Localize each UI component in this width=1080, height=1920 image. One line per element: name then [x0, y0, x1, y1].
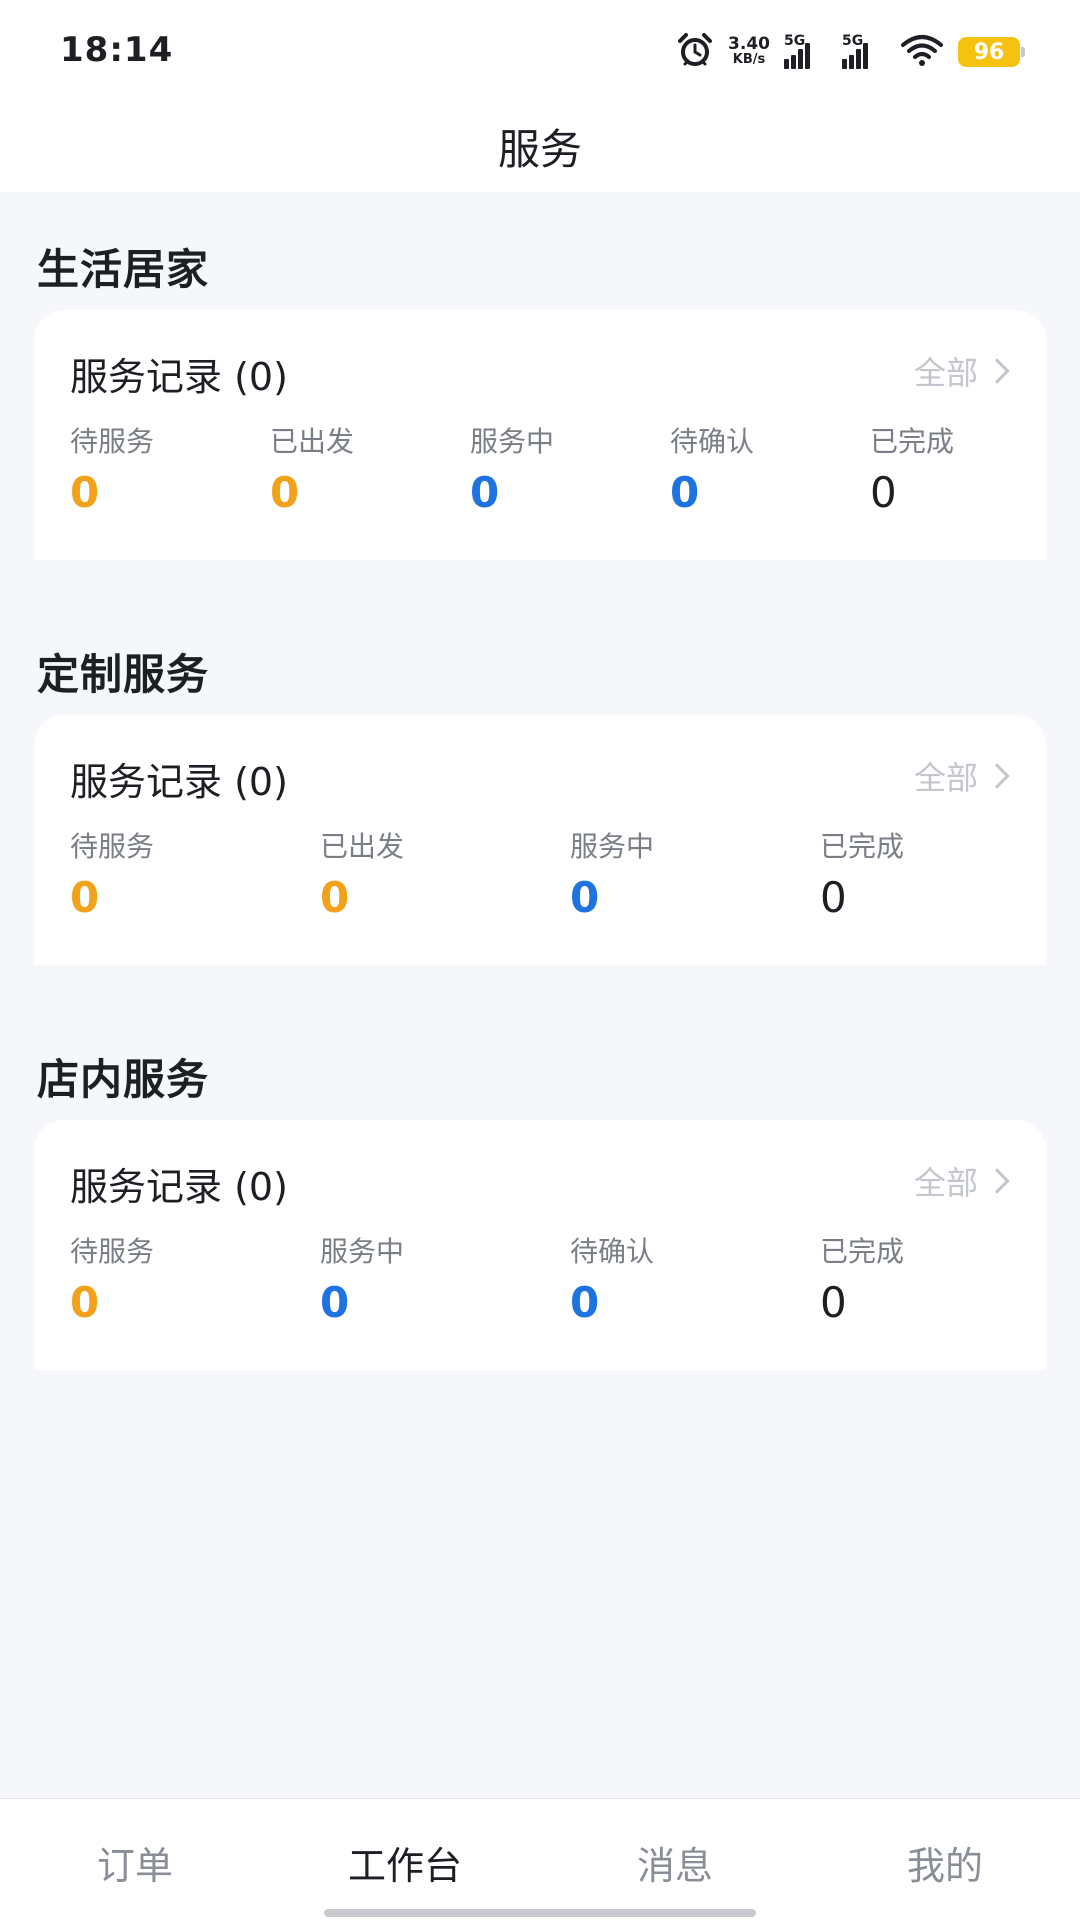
section-title: 生活居家	[37, 245, 210, 294]
stat-in-service[interactable]: 服务中 0	[570, 825, 654, 922]
stat-pending-confirm[interactable]: 待确认 0	[670, 420, 754, 517]
view-all-label: 全部	[913, 1164, 978, 1202]
service-record-card: 服务记录 (0) 全部 待服务 0 已出发 0 服务中 0 待确认 0 已完成 …	[34, 310, 1046, 560]
nav-tab-orders[interactable]: 订单	[0, 1835, 270, 1890]
card-title: 服务记录 (0)	[70, 355, 288, 399]
nav-tab-messages[interactable]: 消息	[540, 1835, 810, 1890]
signal-icon: 5G	[784, 33, 828, 69]
stat-in-service[interactable]: 服务中 0	[470, 420, 554, 517]
stat-pending-service[interactable]: 待服务 0	[70, 1230, 154, 1327]
service-record-card: 服务记录 (0) 全部 待服务 0 已出发 0 服务中 0 已完成 0	[34, 715, 1046, 965]
net-speed: 3.40 KB/s	[728, 34, 770, 68]
stats-row: 待服务 0 已出发 0 服务中 0 已完成 0	[70, 825, 1026, 945]
stat-completed[interactable]: 已完成 0	[870, 420, 954, 517]
section-title: 定制服务	[37, 650, 210, 699]
chevron-right-icon	[984, 358, 1010, 384]
signal-icon: 5G	[842, 33, 886, 69]
service-record-card: 服务记录 (0) 全部 待服务 0 服务中 0 待确认 0 已完成 0	[34, 1120, 1046, 1370]
view-all-link[interactable]: 全部	[913, 753, 1010, 799]
page-header: 服务	[0, 100, 1080, 192]
status-bar: 18:14 3.40 KB/s 5G 5G 96	[0, 0, 1080, 100]
bottom-nav: 订单 工作台 消息 我的	[0, 1798, 1080, 1920]
stats-row: 待服务 0 服务中 0 待确认 0 已完成 0	[70, 1230, 1026, 1350]
battery-icon: 96	[958, 37, 1025, 67]
card-title: 服务记录 (0)	[70, 760, 288, 804]
nav-tab-workbench[interactable]: 工作台	[270, 1835, 540, 1890]
card-title: 服务记录 (0)	[70, 1165, 288, 1209]
stat-completed[interactable]: 已完成 0	[820, 1230, 904, 1327]
stat-pending-service[interactable]: 待服务 0	[70, 825, 154, 922]
view-all-label: 全部	[913, 759, 978, 797]
view-all-label: 全部	[913, 354, 978, 392]
stat-pending-service[interactable]: 待服务 0	[70, 420, 154, 517]
section-in-store-service: 店内服务 服务记录 (0) 全部 待服务 0 服务中 0 待确认 0 已完成 0	[0, 1046, 1080, 1376]
wifi-icon	[900, 33, 944, 71]
nav-tab-mine[interactable]: 我的	[810, 1835, 1080, 1890]
view-all-link[interactable]: 全部	[913, 1158, 1010, 1204]
stats-row: 待服务 0 已出发 0 服务中 0 待确认 0 已完成 0	[70, 420, 1026, 540]
page-title: 服务	[497, 124, 582, 174]
stat-departed[interactable]: 已出发 0	[270, 420, 354, 517]
stat-completed[interactable]: 已完成 0	[820, 825, 904, 922]
alarm-icon	[676, 32, 714, 72]
chevron-right-icon	[984, 763, 1010, 789]
stat-pending-confirm[interactable]: 待确认 0	[570, 1230, 654, 1327]
view-all-link[interactable]: 全部	[913, 348, 1010, 394]
section-life-home: 生活居家 服务记录 (0) 全部 待服务 0 已出发 0 服务中 0 待确认 0	[0, 236, 1080, 566]
home-indicator[interactable]	[324, 1909, 756, 1917]
section-title: 店内服务	[37, 1055, 210, 1104]
stat-departed[interactable]: 已出发 0	[320, 825, 404, 922]
stat-in-service[interactable]: 服务中 0	[320, 1230, 404, 1327]
status-time: 18:14	[60, 30, 174, 70]
chevron-right-icon	[984, 1168, 1010, 1194]
status-icons: 3.40 KB/s 5G 5G 96	[676, 32, 1025, 72]
section-custom-service: 定制服务 服务记录 (0) 全部 待服务 0 已出发 0 服务中 0 已完成 0	[0, 641, 1080, 971]
